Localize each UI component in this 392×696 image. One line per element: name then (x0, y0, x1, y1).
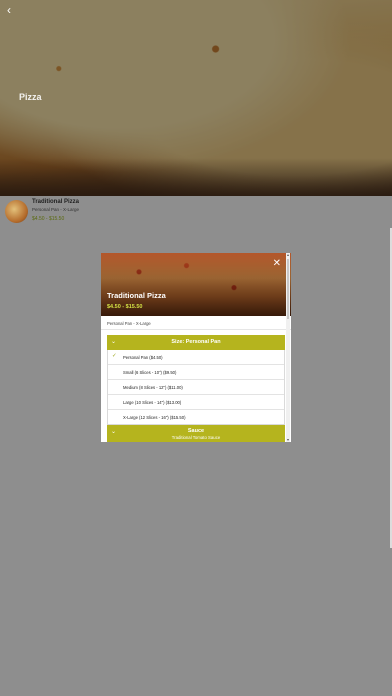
sauce-selected-value: Traditional Tomato Sauce (171, 435, 221, 440)
item-sizes: Personal Pan - X-Large (32, 207, 80, 212)
close-icon[interactable]: ✕ (273, 259, 281, 269)
modal-title: Traditional Pizza (107, 291, 166, 300)
size-option[interactable]: ✓ Personal Pan ($4.50) (108, 350, 284, 364)
size-option-label: Small (6 Slices - 10") ($9.50) (123, 370, 177, 375)
sauce-group-title: Sauce (187, 428, 205, 434)
category-title: Pizza (19, 92, 42, 102)
size-group-header[interactable]: ⌄ Size: Personal Pan (107, 335, 285, 350)
size-option[interactable]: X-Large (12 Slices - 16") ($15.50) (108, 409, 284, 424)
size-options-list: ✓ Personal Pan ($4.50) Small (6 Slices -… (107, 350, 285, 425)
sauce-option-group: ⌄ Sauce Traditional Tomato Sauce (107, 425, 285, 442)
item-price-range: $4.50 - $15.50 (32, 216, 65, 222)
divider (101, 329, 291, 330)
size-option-group: ⌄ Size: Personal Pan ✓ Personal Pan ($4.… (107, 335, 285, 425)
size-option-label: Medium (8 Slices - 12") ($11.00) (123, 385, 183, 390)
modal-hero-image: ✕ Traditional Pizza $4.50 - $15.50 (101, 253, 291, 316)
size-option[interactable]: Large (10 Slices - 14") ($13.00) (108, 394, 284, 409)
menu-item-row[interactable]: Traditional Pizza Personal Pan - X-Large… (0, 196, 392, 228)
item-name: Traditional Pizza (32, 199, 80, 205)
sauce-group-header[interactable]: ⌄ Sauce Traditional Tomato Sauce (107, 425, 285, 442)
scroll-up-icon[interactable]: ▴ (286, 253, 290, 257)
checkmark-icon: ✓ (112, 353, 117, 359)
size-group-title: Size: Personal Pan (171, 339, 221, 345)
chevron-left-icon[interactable]: ‹ (7, 3, 11, 17)
modal-subtitle: Personal Pan - X-Large (107, 321, 151, 326)
item-options-modal: ✕ Traditional Pizza $4.50 - $15.50 Perso… (101, 253, 291, 442)
hero-crust-shadow (0, 158, 392, 196)
scroll-down-icon[interactable]: ▾ (286, 438, 290, 442)
category-hero-image: ‹ Pizza (0, 0, 392, 196)
size-option-label: Large (10 Slices - 14") ($13.00) (123, 400, 182, 405)
size-option[interactable]: Medium (8 Slices - 12") ($11.00) (108, 379, 284, 394)
size-option-label: Personal Pan ($4.50) (123, 355, 163, 360)
modal-scroll-thumb[interactable] (287, 259, 289, 319)
size-option-label: X-Large (12 Slices - 16") ($15.50) (123, 415, 186, 420)
item-thumbnail (5, 200, 28, 223)
size-option[interactable]: Small (6 Slices - 10") ($9.50) (108, 364, 284, 379)
modal-price-range: $4.50 - $15.50 (107, 304, 143, 310)
modal-scrollbar[interactable]: ▴ ▾ (286, 253, 290, 442)
